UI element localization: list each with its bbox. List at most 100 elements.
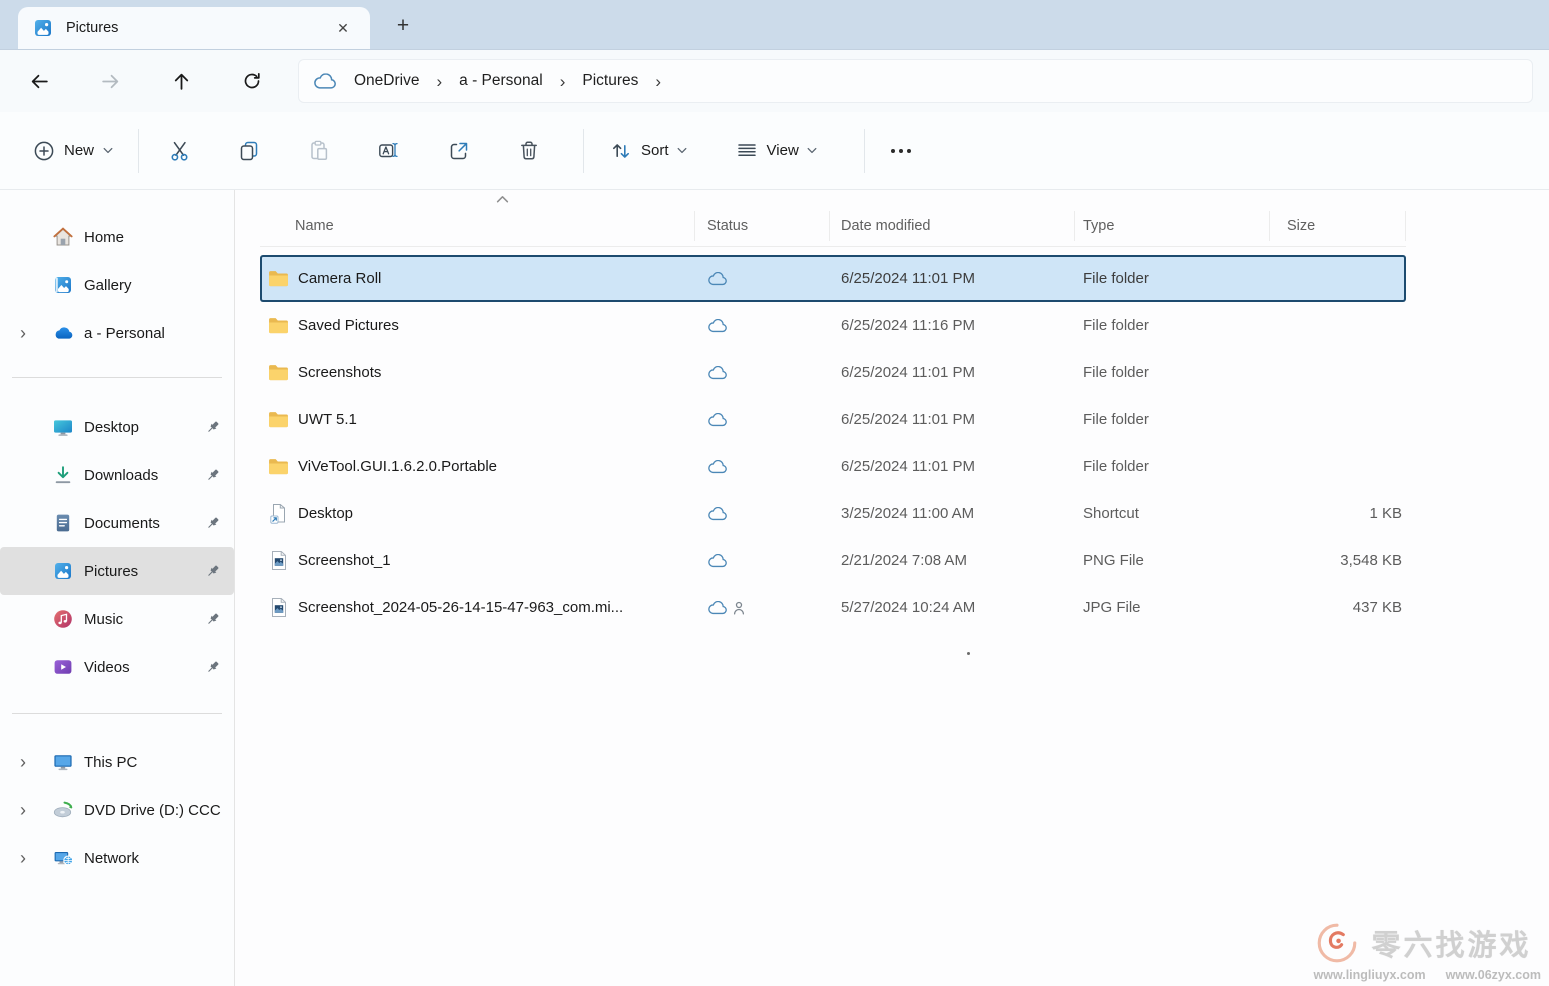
date-modified: 5/27/2024 10:24 AM — [830, 599, 1075, 616]
shared-person-icon — [733, 601, 745, 615]
sidebar-item-label: Downloads — [84, 467, 158, 484]
tab-pictures[interactable]: Pictures ✕ — [18, 7, 370, 49]
sidebar-item-music[interactable]: Music — [0, 595, 234, 643]
sidebar-item-network[interactable]: › Network — [0, 834, 234, 882]
navigation-pane: Home Gallery › a - Personal Desktop — [0, 190, 235, 986]
file-type: JPG File — [1075, 599, 1270, 616]
forward-button[interactable] — [90, 62, 130, 100]
rename-button[interactable] — [361, 128, 417, 174]
file-name: Camera Roll — [298, 270, 381, 287]
file-name: Screenshot_1 — [298, 552, 391, 569]
file-row-screenshots[interactable]: Screenshots 6/25/2024 11:01 PM File fold… — [260, 349, 1406, 396]
status-cell — [695, 366, 830, 380]
address-bar[interactable]: OneDrive › a - Personal › Pictures › — [298, 59, 1533, 103]
watermark-title: 零六找游戏 — [1372, 922, 1541, 964]
file-name: Screenshots — [298, 364, 381, 381]
sidebar-item-downloads[interactable]: Downloads — [0, 451, 234, 499]
expand-chevron-icon[interactable]: › — [12, 848, 52, 869]
file-list-pane: Name Status Date modified Type Size Came… — [235, 190, 1549, 986]
status-cell — [695, 413, 830, 427]
breadcrumb-item-personal[interactable]: a - Personal — [446, 66, 556, 96]
file-size: 1 KB — [1270, 505, 1406, 522]
paste-button[interactable] — [291, 128, 347, 174]
sort-button[interactable]: Sort — [596, 130, 700, 172]
home-icon — [52, 226, 74, 248]
file-row-camera-roll[interactable]: Camera Roll 6/25/2024 11:01 PM File fold… — [260, 255, 1406, 302]
pin-icon — [204, 514, 222, 532]
file-type: File folder — [1075, 270, 1270, 287]
network-icon — [52, 847, 74, 869]
onedrive-cloud-icon — [313, 73, 337, 90]
sidebar-item-dvd-drive[interactable]: › DVD Drive (D:) CCC — [0, 786, 234, 834]
breadcrumb-item-pictures[interactable]: Pictures — [569, 66, 651, 96]
refresh-button[interactable] — [232, 62, 272, 100]
column-header-size[interactable]: Size — [1270, 211, 1406, 241]
status-cell — [695, 554, 830, 568]
cut-button[interactable] — [151, 128, 207, 174]
column-header-type[interactable]: Type — [1075, 211, 1270, 241]
sidebar-item-documents[interactable]: Documents — [0, 499, 234, 547]
status-cell — [695, 272, 830, 286]
column-header-date-modified[interactable]: Date modified — [830, 211, 1075, 241]
breadcrumb-item-onedrive[interactable]: OneDrive — [341, 66, 432, 96]
date-modified: 6/25/2024 11:01 PM — [830, 270, 1075, 287]
column-header-name[interactable]: Name — [260, 211, 695, 241]
column-header-status[interactable]: Status — [695, 211, 830, 241]
expand-chevron-icon[interactable]: › — [12, 752, 52, 773]
cloud-status-icon — [707, 601, 728, 615]
sidebar-item-this-pc[interactable]: › This PC — [0, 738, 234, 786]
share-button[interactable] — [431, 128, 487, 174]
view-button[interactable]: View — [722, 130, 830, 172]
toolbar-divider — [138, 129, 139, 173]
file-row-uwt[interactable]: UWT 5.1 6/25/2024 11:01 PM File folder — [260, 396, 1406, 443]
file-type: File folder — [1075, 317, 1270, 334]
sidebar-item-gallery[interactable]: Gallery — [0, 261, 234, 309]
expand-chevron-icon[interactable]: › — [12, 323, 52, 344]
sidebar-item-pictures[interactable]: Pictures — [0, 547, 234, 595]
new-tab-button[interactable]: + — [388, 11, 418, 41]
file-name: UWT 5.1 — [298, 411, 357, 428]
sidebar-item-home[interactable]: Home — [0, 213, 234, 261]
delete-button[interactable] — [501, 128, 557, 174]
breadcrumb-chevron-icon[interactable]: › — [432, 73, 446, 90]
trash-icon — [517, 139, 541, 163]
folder-icon — [268, 363, 289, 383]
expand-chevron-icon[interactable]: › — [12, 800, 52, 821]
navigation-bar: OneDrive › a - Personal › Pictures › — [0, 50, 1549, 112]
file-size: 3,548 KB — [1270, 552, 1406, 569]
sidebar-item-desktop[interactable]: Desktop — [0, 403, 234, 451]
sidebar-item-label: Home — [84, 229, 124, 246]
up-button[interactable] — [161, 62, 201, 100]
close-tab-icon[interactable]: ✕ — [330, 15, 356, 41]
breadcrumb-chevron-icon[interactable]: › — [651, 73, 665, 90]
file-row-saved-pictures[interactable]: Saved Pictures 6/25/2024 11:16 PM File f… — [260, 302, 1406, 349]
sidebar-item-onedrive-personal[interactable]: › a - Personal — [0, 309, 234, 357]
more-options-button[interactable] — [877, 129, 925, 173]
file-rows: Camera Roll 6/25/2024 11:01 PM File fold… — [260, 255, 1549, 631]
share-icon — [447, 139, 471, 163]
watermark-url-left: www.lingliuyx.com — [1314, 968, 1426, 982]
sidebar-item-label: Network — [84, 850, 139, 867]
new-button[interactable]: New — [20, 131, 126, 171]
tab-title: Pictures — [66, 20, 330, 36]
back-button[interactable] — [19, 62, 59, 100]
sidebar-item-label: DVD Drive (D:) CCC — [84, 802, 221, 819]
breadcrumb-chevron-icon[interactable]: › — [556, 73, 570, 90]
documents-icon — [52, 512, 74, 534]
sidebar-item-label: This PC — [84, 754, 137, 771]
image-file-icon — [268, 551, 289, 571]
downloads-icon — [52, 464, 74, 486]
watermark-url-right: www.06zyx.com — [1446, 968, 1541, 982]
sidebar-item-label: Pictures — [84, 563, 138, 580]
file-row-desktop-shortcut[interactable]: Desktop 3/25/2024 11:00 AM Shortcut 1 KB — [260, 490, 1406, 537]
file-row-screenshot-1[interactable]: Screenshot_1 2/21/2024 7:08 AM PNG File … — [260, 537, 1406, 584]
file-row-screenshot-2024[interactable]: Screenshot_2024-05-26-14-15-47-963_com.m… — [260, 584, 1406, 631]
rename-icon — [377, 139, 401, 163]
folder-icon — [268, 410, 289, 430]
status-cell — [695, 319, 830, 333]
file-row-vivetool[interactable]: ViVeTool.GUI.1.6.2.0.Portable 6/25/2024 … — [260, 443, 1406, 490]
copy-button[interactable] — [221, 128, 277, 174]
sidebar-item-videos[interactable]: Videos — [0, 643, 234, 691]
watermark: 零六找游戏 www.lingliuyx.com www.06zyx.com — [1314, 920, 1541, 982]
plus-circle-icon — [33, 140, 55, 162]
